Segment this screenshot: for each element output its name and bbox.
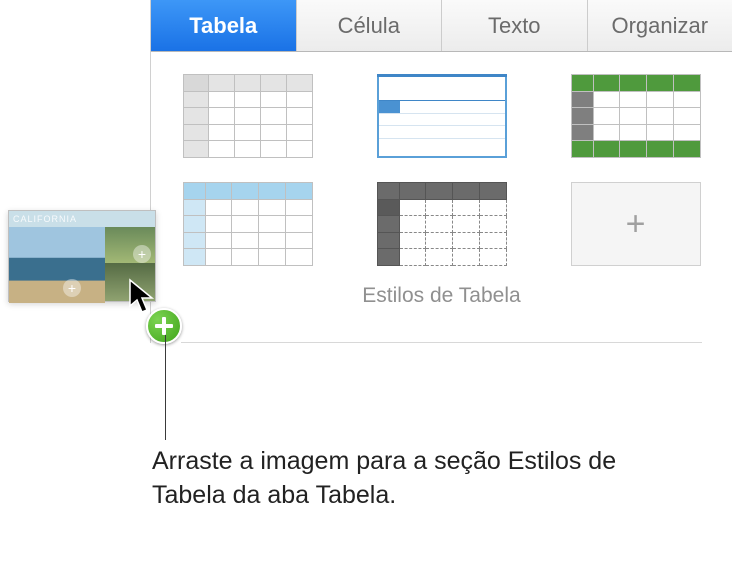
table-styles-section: + Estilos de Tabela [151,52,732,322]
section-divider [181,342,702,343]
callout-text: Arraste a imagem para a seção Estilos de… [152,445,672,513]
plus-icon: + [626,207,646,241]
dragged-image-thumbnail[interactable]: CALIFORNIA + + [8,210,156,302]
drag-thumb-photos: + + [9,227,155,301]
thumb-plus-icon: + [63,279,81,297]
table-style-2[interactable] [377,74,507,158]
style-grid: + [181,74,702,266]
tab-texto[interactable]: Texto [442,0,588,51]
table-style-4[interactable] [183,182,313,266]
thumb-plus-icon: + [133,245,151,263]
inspector-panel: Tabela Célula Texto Organizar + [150,0,732,343]
styles-section-label: Estilos de Tabela [181,284,702,308]
table-style-3[interactable] [571,74,701,158]
callout-leader-line [165,335,166,440]
drag-thumb-title: CALIFORNIA [9,211,155,227]
tab-bar: Tabela Célula Texto Organizar [151,0,732,52]
add-table-style-button[interactable]: + [571,182,701,266]
tab-organizar[interactable]: Organizar [588,0,732,51]
table-style-5[interactable] [377,182,507,266]
tab-celula[interactable]: Célula [297,0,443,51]
table-style-1[interactable] [183,74,313,158]
tab-tabela[interactable]: Tabela [151,0,297,51]
